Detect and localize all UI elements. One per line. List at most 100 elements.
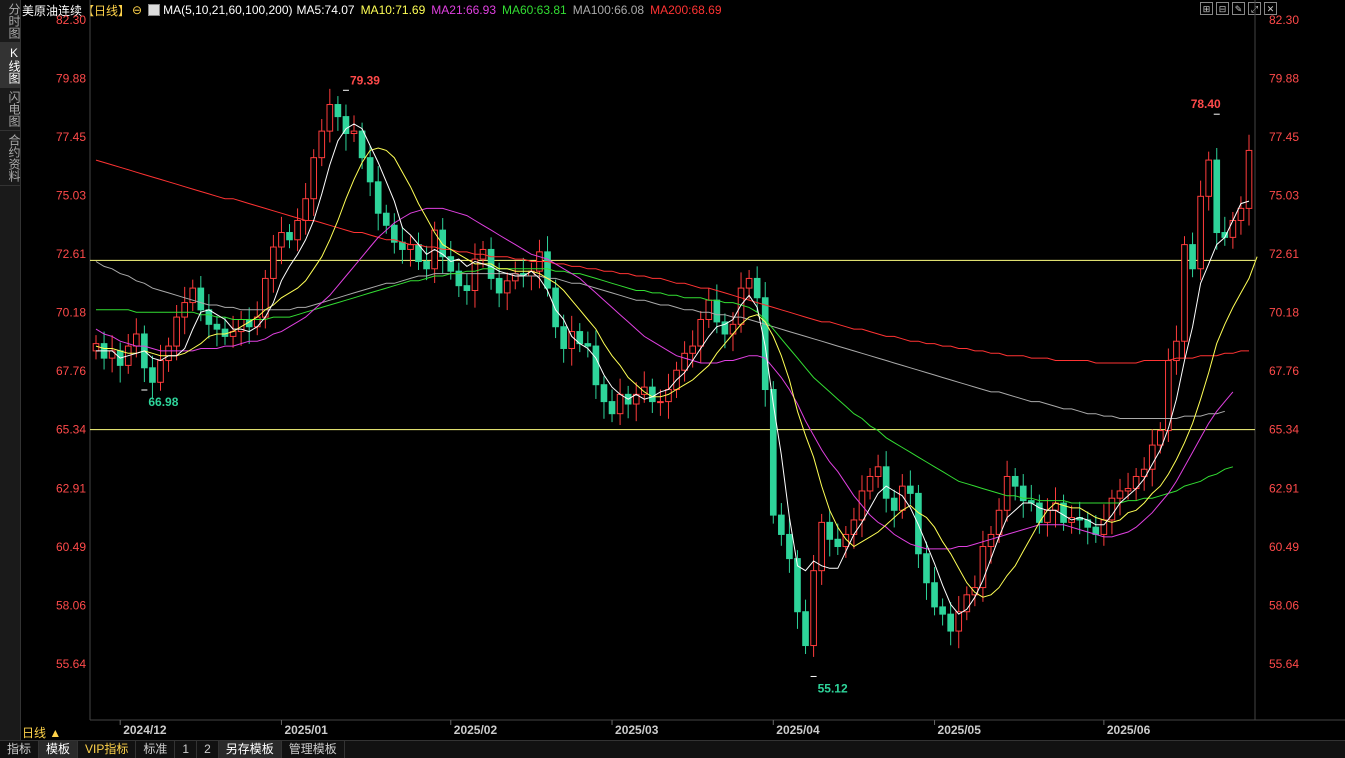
ma200-line [95, 159, 1249, 364]
tab-save-template[interactable]: 另存模板 [218, 741, 282, 758]
annotation-label: 66.98 [148, 395, 178, 409]
y-tick-label-left: 65.34 [56, 423, 86, 437]
candle-body [149, 367, 156, 383]
x-tick-label: 2025/01 [284, 723, 328, 737]
candle-body [350, 130, 358, 135]
candle-body [1044, 509, 1051, 523]
tab-manage-template[interactable]: 管理模板 [282, 741, 345, 758]
candle-body [197, 287, 205, 311]
candle-body [463, 285, 471, 292]
x-tick-label: 2025/03 [615, 723, 659, 737]
candle-body [552, 287, 559, 328]
y-tick-label-left: 82.30 [56, 13, 86, 27]
candle-body [1148, 444, 1156, 470]
y-tick-label-left: 72.61 [56, 247, 86, 261]
candle-body [890, 497, 898, 511]
candle-body [165, 345, 172, 362]
candle-body [939, 606, 946, 615]
y-tick-label-left: 67.76 [56, 364, 86, 378]
candle-body [1124, 488, 1132, 492]
candle-body [665, 389, 672, 403]
tab-kline[interactable]: K线图 [0, 43, 21, 88]
y-tick-label-right: 55.64 [1269, 657, 1299, 671]
tab-timeshare[interactable]: 分时图 [0, 0, 21, 43]
period-selector[interactable]: 日线 ▲ [22, 724, 61, 741]
candle-body [326, 104, 334, 132]
candle-body [1237, 207, 1245, 221]
candle-body [697, 318, 705, 347]
candle-body [1116, 490, 1124, 499]
candle-body [802, 611, 809, 647]
candle-body [987, 533, 995, 548]
candle-body [657, 401, 664, 404]
candle-body [213, 323, 221, 330]
candle-body [560, 326, 567, 349]
candle-body [181, 302, 189, 318]
candle-body [447, 256, 455, 272]
candle-body [778, 514, 785, 535]
candle-body [270, 246, 277, 279]
y-tick-label-left: 62.91 [56, 481, 86, 495]
y-tick-label-left: 55.64 [56, 657, 86, 671]
ma5-line [96, 123, 1250, 615]
candle-body [423, 261, 430, 270]
candle-body [745, 277, 753, 289]
candle-body [737, 287, 745, 325]
candle-body [366, 157, 374, 183]
y-tick-label-right: 79.88 [1269, 71, 1299, 85]
x-tick-label: 2025/05 [938, 723, 982, 737]
candle-body [294, 219, 301, 241]
candle-body [1189, 244, 1196, 270]
candle-body [616, 393, 624, 415]
tab-vip-indicator[interactable]: VIP指标 [78, 741, 137, 758]
candle-body [568, 331, 576, 349]
y-tick-label-left: 60.49 [56, 540, 86, 554]
candle-body [882, 466, 890, 499]
candle-body [729, 323, 737, 335]
x-tick-label: 2025/02 [454, 723, 498, 737]
candle-body [608, 401, 616, 415]
candle-body [769, 389, 777, 516]
annotation-label: 55.12 [818, 681, 848, 695]
candle-body [1245, 149, 1253, 209]
y-tick-label-left: 79.88 [56, 71, 86, 85]
y-tick-label-left: 75.03 [56, 189, 86, 203]
candle-body [173, 316, 180, 347]
candle-body [649, 386, 656, 403]
tab-contract-info[interactable]: 合约资料 [0, 131, 21, 186]
candle-body [818, 521, 825, 572]
candle-body [600, 384, 608, 403]
y-tick-label-right: 72.61 [1269, 247, 1299, 261]
tab-2[interactable]: 2 [197, 741, 219, 758]
candle-body [705, 299, 713, 320]
tab-1[interactable]: 1 [175, 741, 198, 758]
candle-body [382, 212, 390, 226]
annotation-label: 78.40 [1191, 97, 1221, 111]
y-tick-label-left: 70.18 [56, 306, 86, 320]
candle-body [681, 352, 688, 371]
tab-indicator[interactable]: 指标 [0, 741, 40, 758]
left-tab-bar: 分时图 K线图 闪电图 合约资料 [0, 0, 21, 757]
candle-body [310, 157, 318, 200]
candle-body [786, 533, 793, 560]
y-tick-label-left: 58.06 [56, 598, 86, 612]
tab-flash[interactable]: 闪电图 [0, 88, 21, 131]
candle-body [286, 232, 293, 241]
y-tick-label-right: 58.06 [1269, 598, 1299, 612]
candle-body [1205, 159, 1213, 197]
x-tick-label: 2025/04 [776, 723, 820, 737]
x-tick-label: 2024/12 [123, 723, 167, 737]
candle-body [826, 521, 834, 540]
y-tick-label-right: 82.30 [1269, 13, 1299, 27]
candle-body [92, 343, 100, 352]
y-tick-label-left: 77.45 [56, 130, 86, 144]
tab-template[interactable]: 模板 [39, 741, 79, 758]
candle-body [1003, 475, 1011, 511]
candle-body [592, 345, 600, 386]
candle-body [713, 299, 721, 323]
candle-body [923, 553, 930, 584]
candle-body [584, 343, 592, 347]
tab-standard[interactable]: 标准 [136, 741, 176, 758]
kline-chart[interactable]: 82.30 82.30 79.88 79.88 77.45 77.45 75.03 75.03… [20, 0, 1345, 740]
candle-body [358, 130, 366, 159]
